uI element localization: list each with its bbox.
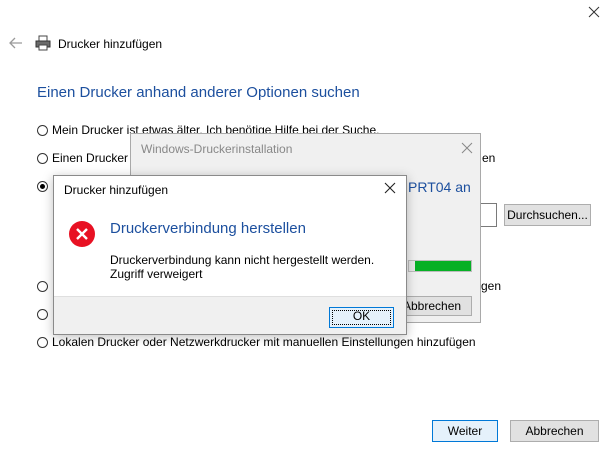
option-label: Einen Drucker xyxy=(52,151,129,165)
close-icon[interactable] xyxy=(384,182,396,194)
installer-printer-name: PRT04 an xyxy=(408,179,471,195)
close-icon[interactable] xyxy=(586,4,602,20)
installer-title: Windows-Druckerinstallation xyxy=(141,142,293,156)
option-label-tail: gen xyxy=(481,279,502,293)
error-message-line-1: Druckerverbindung kann nicht hergestellt… xyxy=(110,253,375,267)
error-message: Druckerverbindung kann nicht hergestellt… xyxy=(110,253,374,281)
option-selected[interactable] xyxy=(37,177,52,195)
cancel-button[interactable]: Abbrechen xyxy=(510,420,599,442)
option-shared-printer[interactable]: Einen Drucker xyxy=(37,149,128,167)
error-dialog-footer: OK xyxy=(54,296,406,334)
option-label-tail: en xyxy=(482,151,496,165)
option-manual-settings[interactable]: Lokalen Drucker oder Netzwerkdrucker mit… xyxy=(37,333,476,351)
radio-button[interactable] xyxy=(37,280,48,292)
back-arrow-icon[interactable] xyxy=(8,36,24,50)
radio-button[interactable] xyxy=(37,124,48,136)
installer-progress-bar xyxy=(408,260,472,272)
radio-button[interactable] xyxy=(37,336,48,348)
error-icon xyxy=(69,221,95,247)
progress-fill xyxy=(415,261,471,271)
error-dialog-title: Drucker hinzufügen xyxy=(64,183,169,197)
ok-button[interactable]: OK xyxy=(329,307,394,328)
option-label: Lokalen Drucker oder Netzwerkdrucker mit… xyxy=(52,335,476,349)
next-button[interactable]: Weiter xyxy=(432,420,498,442)
radio-button[interactable] xyxy=(37,308,48,320)
error-heading: Druckerverbindung herstellen xyxy=(110,220,306,237)
radio-button-selected[interactable] xyxy=(37,180,48,192)
radio-button[interactable] xyxy=(37,152,48,164)
installer-cancel-button[interactable]: Abbrechen xyxy=(402,296,472,316)
browse-button[interactable]: Durchsuchen... xyxy=(504,204,591,226)
page-heading: Einen Drucker anhand anderer Optionen su… xyxy=(37,84,360,101)
error-message-line-2: Zugriff verweigert xyxy=(110,267,203,281)
printer-icon xyxy=(35,35,51,51)
close-icon[interactable] xyxy=(461,142,473,154)
wizard-title: Drucker hinzufügen xyxy=(58,37,163,51)
option-hidden-1[interactable] xyxy=(37,277,52,295)
option-hidden-2[interactable] xyxy=(37,305,52,323)
error-dialog: Drucker hinzufügen Druckerverbindung her… xyxy=(53,175,407,335)
